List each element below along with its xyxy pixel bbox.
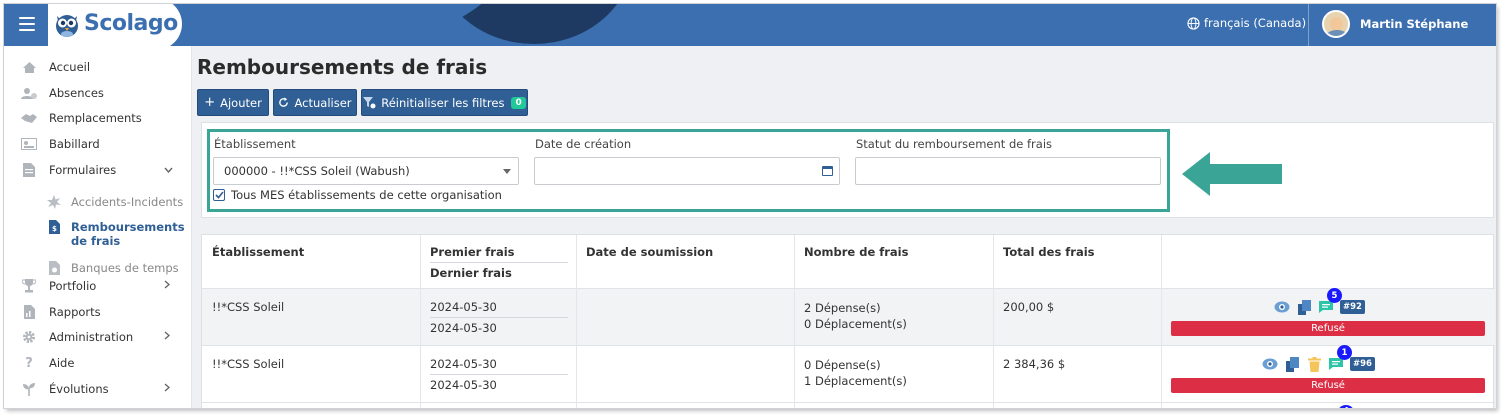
burst-icon	[47, 195, 61, 209]
board-icon	[21, 137, 37, 151]
header-fee-count[interactable]: Nombre de frais	[804, 245, 908, 259]
question-icon: ?	[25, 355, 33, 371]
row2-fee-count: 0 Dépense(s) 1 Déplacement(s)	[804, 358, 907, 388]
row1-fee-count: 2 Dépense(s) 0 Déplacement(s)	[804, 301, 907, 331]
avatar	[1322, 10, 1350, 38]
main-content: Remboursements de frais + Ajouter Actual…	[192, 46, 1496, 408]
status-select[interactable]	[855, 157, 1161, 185]
report-icon	[21, 305, 37, 319]
user-clock-icon	[21, 86, 37, 100]
comment-icon[interactable]: 1	[1328, 345, 1352, 372]
status-badge: Refusé	[1171, 378, 1485, 393]
trophy-icon	[21, 279, 37, 293]
expenses-table: Établissement Premier frais Dernier frai…	[201, 234, 1495, 408]
header-establishment[interactable]: Établissement	[212, 245, 304, 259]
filter-reset-icon	[363, 96, 376, 108]
view-icon[interactable]	[1274, 299, 1290, 315]
header-first-last-fee[interactable]: Premier frais Dernier frais	[430, 245, 568, 280]
status-label: Statut du remboursement de frais	[856, 137, 1053, 151]
sidebar: Accueil Absences Remplacements Babillard…	[4, 46, 192, 408]
form-icon	[21, 163, 37, 177]
filter-panel: Établissement 000000 - !!*CSS Soleil (Wa…	[201, 122, 1494, 218]
row2-total: 2 384,36 $	[1003, 357, 1066, 371]
refresh-button[interactable]: Actualiser	[273, 89, 357, 116]
menu-toggle-icon[interactable]	[19, 17, 35, 31]
comment-count-badge: 5	[1327, 288, 1342, 303]
gear-icon	[21, 330, 37, 344]
reset-filters-button[interactable]: Réinitialiser les filtres 0	[361, 89, 528, 116]
checkmark-icon	[214, 191, 224, 199]
row1-dates: 2024-05-30 2024-05-30	[430, 300, 568, 335]
request-id-badge[interactable]: #92	[1340, 300, 1365, 314]
plus-icon: +	[204, 95, 216, 110]
language-selector[interactable]: français (Canada)	[1187, 16, 1306, 30]
page-title: Remboursements de frais	[197, 55, 488, 79]
header-submission-date[interactable]: Date de soumission	[586, 245, 713, 259]
add-button[interactable]: + Ajouter	[197, 89, 269, 116]
row2-dates: 2024-05-30 2024-05-30	[430, 357, 568, 392]
language-label: français (Canada)	[1204, 16, 1307, 30]
copy-icon[interactable]	[1284, 356, 1300, 372]
sprout-icon	[21, 382, 37, 396]
comment-icon[interactable]: 5	[1318, 288, 1342, 315]
comment-count-badge: 4	[1338, 405, 1354, 408]
row1-establishment: !!*CSS Soleil	[212, 300, 285, 314]
copy-icon[interactable]	[1296, 299, 1312, 315]
chevron-down-icon	[164, 165, 173, 176]
creation-date-input[interactable]	[534, 157, 840, 185]
user-menu[interactable]: Martin Stéphane	[1322, 10, 1468, 38]
header-total[interactable]: Total des frais	[1003, 245, 1095, 259]
all-establishments-option[interactable]: Tous MES établissements de cette organis…	[213, 188, 502, 202]
all-establishments-checkbox[interactable]	[213, 189, 225, 201]
filter-highlight-box: Établissement 000000 - !!*CSS Soleil (Wa…	[207, 129, 1170, 212]
caret-down-icon	[503, 169, 511, 174]
top-bar: Scolago français (Canada) Martin Stéphan…	[4, 4, 1496, 46]
home-icon	[21, 60, 37, 74]
row2-actions: 1 #96	[1262, 345, 1375, 372]
handshake-icon	[21, 111, 37, 125]
chevron-right-icon	[164, 280, 171, 292]
chevron-right-icon	[164, 383, 171, 395]
active-filter-count-badge: 0	[511, 96, 526, 109]
status-badge: Refusé	[1171, 321, 1485, 336]
app-logo-text[interactable]: Scolago	[84, 11, 178, 36]
calendar-icon	[822, 166, 833, 176]
row2-establishment: !!*CSS Soleil	[212, 357, 285, 371]
row1-total: 200,00 $	[1003, 300, 1055, 314]
user-name: Martin Stéphane	[1360, 17, 1469, 31]
app-window: Scolago français (Canada) Martin Stéphan…	[4, 4, 1496, 408]
annotation-arrow-icon	[1182, 152, 1282, 196]
owl-logo-icon	[56, 15, 78, 37]
refresh-icon	[279, 97, 289, 107]
receipt-dollar-icon: $	[47, 220, 61, 234]
comment-count-badge: 1	[1337, 345, 1352, 360]
creation-date-label: Date de création	[535, 137, 632, 151]
trash-icon[interactable]	[1306, 356, 1322, 372]
establishment-label: Établissement	[214, 137, 296, 151]
chevron-right-icon	[164, 331, 171, 343]
view-icon[interactable]	[1262, 356, 1278, 372]
file-clock-icon	[47, 261, 61, 275]
globe-icon	[1187, 16, 1200, 30]
establishment-select[interactable]: 000000 - !!*CSS Soleil (Wabush)	[213, 157, 519, 185]
svg-text:$: $	[52, 225, 57, 233]
row1-actions: 5 #92	[1274, 288, 1365, 315]
request-id-badge[interactable]: #96	[1350, 357, 1375, 371]
